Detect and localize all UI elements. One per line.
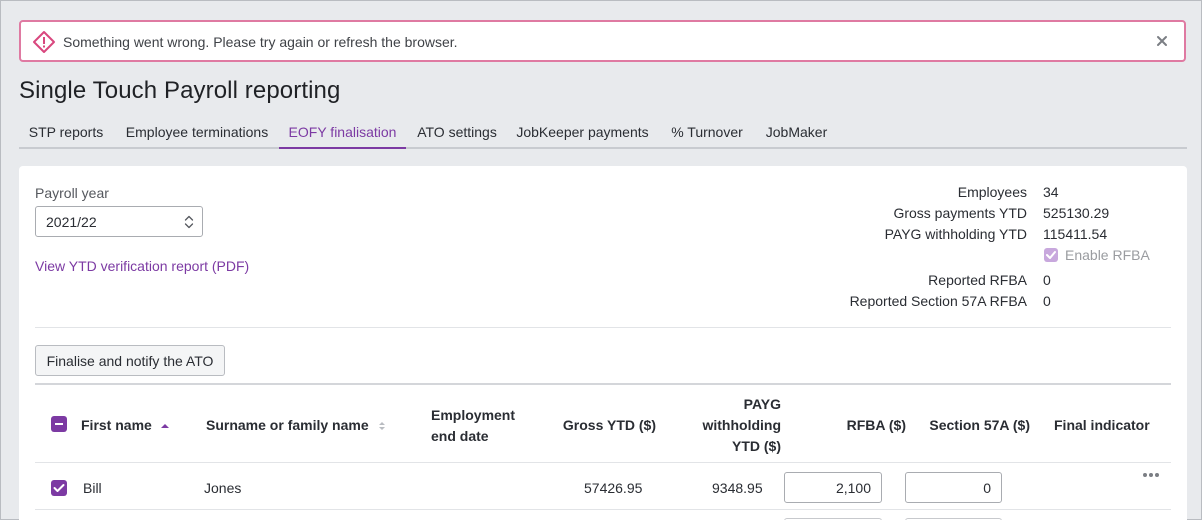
warning-icon: [33, 31, 55, 53]
header-section-57a: Section 57A ($): [929, 417, 1030, 433]
tab-stp-reports[interactable]: STP reports: [19, 117, 113, 149]
header-gross-ytd: Gross YTD ($): [562, 417, 656, 433]
tab-employee-terminations[interactable]: Employee terminations: [117, 117, 277, 149]
header-final-indicator: Final indicator: [1054, 417, 1150, 433]
finalise-notify-ato-button[interactable]: Finalise and notify the ATO: [35, 345, 225, 376]
row-surname: Jones: [204, 480, 242, 496]
payg-withholding-label: PAYG withholding YTD: [884, 226, 1027, 242]
row-checkbox[interactable]: [51, 480, 67, 496]
tab-ato-settings[interactable]: ATO settings: [410, 117, 504, 149]
alert-message: Something went wrong. Please try again o…: [63, 34, 458, 50]
row-divider: [35, 509, 1171, 510]
employees-label: Employees: [957, 184, 1027, 200]
row-rfba-input[interactable]: 2,100: [784, 472, 882, 503]
payg-withholding-value: 115411.54: [1043, 226, 1108, 242]
employees-value: 34: [1043, 184, 1059, 200]
header-rfba: RFBA ($): [846, 417, 906, 433]
row-section57a-input[interactable]: 0: [905, 472, 1002, 503]
header-employment-end-date: Employment end date: [431, 405, 515, 447]
header-employment-line1: Employment: [431, 407, 516, 423]
reported-rfba-label: Reported RFBA: [928, 272, 1027, 288]
page-title: Single Touch Payroll reporting: [19, 77, 341, 104]
check-icon: [53, 484, 65, 492]
tab-turnover[interactable]: % Turnover: [665, 117, 749, 149]
header-employment-line2: end date: [431, 428, 489, 444]
select-all-checkbox[interactable]: [51, 416, 67, 432]
header-divider: [35, 462, 1171, 463]
header-surname-label: Surname or family name: [206, 417, 369, 433]
sort-icon: [378, 422, 385, 431]
sort-ascending-icon: [160, 424, 169, 429]
header-payg-line1: PAYG: [743, 396, 781, 412]
reported-57a-value: 0: [1043, 293, 1051, 309]
enable-rfba-checkbox[interactable]: [1044, 248, 1058, 262]
header-payg-line2: withholding: [702, 417, 781, 433]
error-alert: Something went wrong. Please try again o…: [19, 20, 1186, 62]
more-options-icon[interactable]: [1142, 472, 1160, 478]
header-first-name-label: First name: [81, 417, 152, 433]
tab-eofy-finalisation[interactable]: EOFY finalisation: [279, 117, 406, 149]
header-surname[interactable]: Surname or family name: [206, 415, 387, 436]
header-first-name[interactable]: First name: [81, 415, 170, 436]
gross-payments-value: 525130.29: [1043, 205, 1110, 221]
enable-rfba-label: Enable RFBA: [1065, 247, 1150, 263]
payroll-year-select[interactable]: 2021/22: [35, 206, 203, 237]
eofy-card: Payroll year 2021/22 View YTD verificati…: [19, 166, 1187, 520]
close-icon[interactable]: [1154, 32, 1170, 50]
gross-payments-label: Gross payments YTD: [893, 205, 1027, 221]
payroll-year-label: Payroll year: [35, 185, 109, 201]
reported-rfba-value: 0: [1043, 272, 1051, 288]
header-payg-line3: YTD ($): [732, 438, 781, 454]
header-payg-ytd: PAYG withholding YTD ($): [679, 394, 781, 457]
section-divider: [35, 327, 1171, 328]
row-first-name: Bill: [83, 480, 102, 496]
chevron-updown-icon: [184, 215, 194, 229]
check-icon: [1046, 251, 1056, 259]
table-top-border: [35, 383, 1171, 385]
reported-57a-label: Reported Section 57A RFBA: [849, 293, 1027, 309]
row-payg-ytd: 9348.95: [712, 480, 763, 496]
tab-jobkeeper-payments[interactable]: JobKeeper payments: [510, 117, 655, 149]
minus-icon: [55, 423, 63, 425]
ytd-verification-report-link[interactable]: View YTD verification report (PDF): [35, 258, 249, 274]
payroll-year-value: 2021/22: [46, 214, 97, 230]
row-gross-ytd: 57426.95: [584, 480, 643, 496]
tab-bar: STP reports Employee terminations EOFY f…: [19, 117, 1187, 149]
tab-jobmaker[interactable]: JobMaker: [759, 117, 834, 149]
